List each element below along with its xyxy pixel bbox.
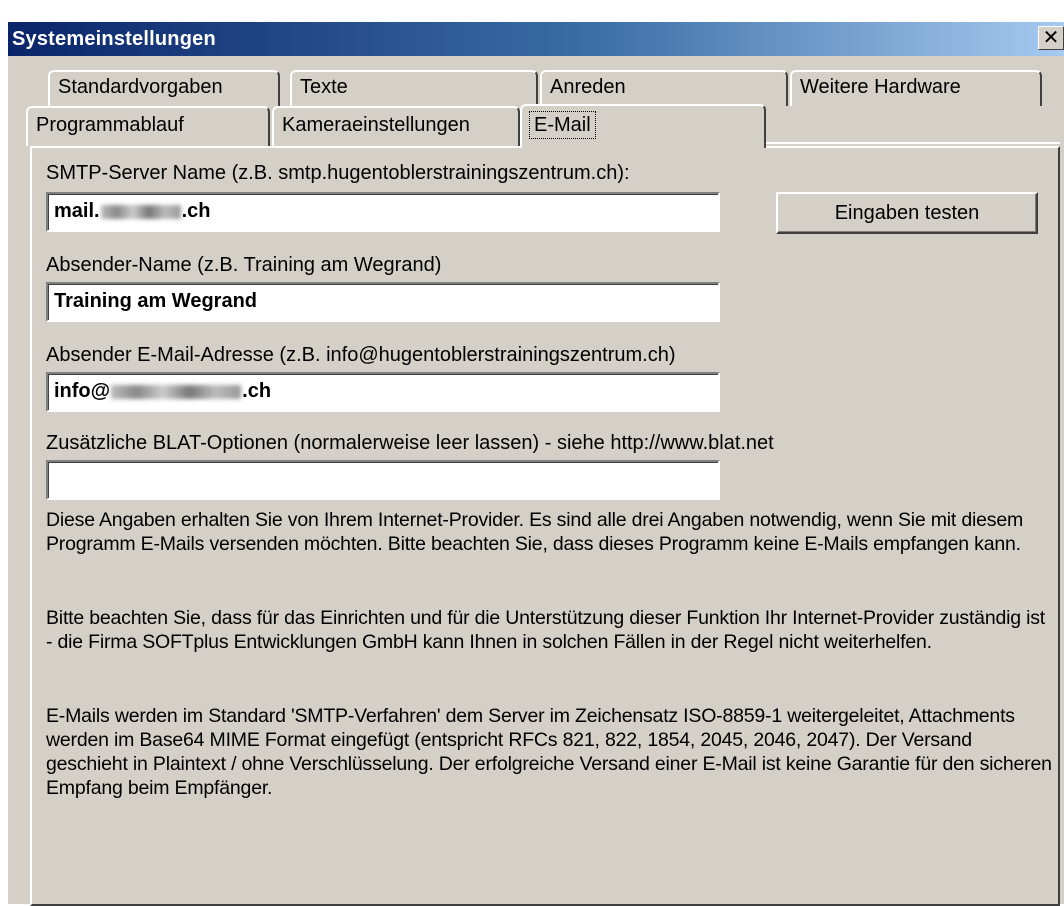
tab-standardvorgaben[interactable]: Standardvorgaben xyxy=(48,70,280,106)
sender-email-label: Absender E-Mail-Adresse (z.B. info@hugen… xyxy=(46,344,676,366)
tab-texte[interactable]: Texte xyxy=(290,70,538,106)
close-icon: ✕ xyxy=(1042,27,1060,49)
info-paragraph-provider: Diese Angaben erhalten Sie von Ihrem Int… xyxy=(46,509,1024,555)
smtp-server-input[interactable]: mail. .ch xyxy=(46,192,720,232)
sender-name-input[interactable]: Training am Wegrand xyxy=(46,282,720,322)
tab-label: Texte xyxy=(300,76,348,98)
title-bar[interactable]: Systemeinstellungen ✕ xyxy=(8,22,1064,56)
test-inputs-button[interactable]: Eingaben testen xyxy=(776,192,1038,234)
tab-label: Kameraeinstellungen xyxy=(282,114,470,136)
redacted-blur xyxy=(100,204,181,219)
tab-label: E-Mail xyxy=(529,111,596,139)
sender-email-value-prefix: info@ xyxy=(54,380,111,402)
info-paragraph-support: Bitte beachten Sie, dass für das Einrich… xyxy=(46,607,1046,653)
window-title: Systemeinstellungen xyxy=(12,28,216,50)
tab-label: Standardvorgaben xyxy=(58,76,223,98)
tab-programmablauf[interactable]: Programmablauf xyxy=(26,106,270,146)
smtp-server-label: SMTP-Server Name (z.B. smtp.hugentoblers… xyxy=(46,162,630,184)
tab-kameraeinstellungen[interactable]: Kameraeinstellungen xyxy=(272,106,520,146)
sender-name-value: Training am Wegrand xyxy=(54,290,257,312)
tab-label: Weitere Hardware xyxy=(800,76,961,98)
blat-options-input[interactable] xyxy=(46,460,720,500)
redacted-blur xyxy=(111,384,242,399)
tab-label: Programmablauf xyxy=(36,114,184,136)
test-inputs-label: Eingaben testen xyxy=(834,201,980,224)
email-settings-panel: SMTP-Server Name (z.B. smtp.hugentoblers… xyxy=(30,146,1060,906)
tab-weitere-hardware[interactable]: Weitere Hardware xyxy=(790,70,1042,106)
settings-dialog: Systemeinstellungen ✕ Standardvorgaben T… xyxy=(8,22,1064,906)
close-button[interactable]: ✕ xyxy=(1038,26,1064,50)
blat-options-label: Zusätzliche BLAT-Optionen (normalerweise… xyxy=(46,432,774,454)
sender-email-value-suffix: .ch xyxy=(242,380,272,402)
smtp-server-value-suffix: .ch xyxy=(181,200,211,222)
tab-strip-edge xyxy=(766,142,1060,144)
smtp-server-value-prefix: mail. xyxy=(54,200,100,222)
tab-label: Anreden xyxy=(550,76,626,98)
info-paragraph-technical: E-Mails werden im Standard 'SMTP-Verfahr… xyxy=(46,705,1052,799)
sender-email-input[interactable]: info@ .ch xyxy=(46,372,720,412)
tab-e-mail[interactable]: E-Mail xyxy=(520,104,766,148)
tab-anreden[interactable]: Anreden xyxy=(540,70,788,106)
sender-name-label: Absender-Name (z.B. Training am Wegrand) xyxy=(46,254,442,276)
